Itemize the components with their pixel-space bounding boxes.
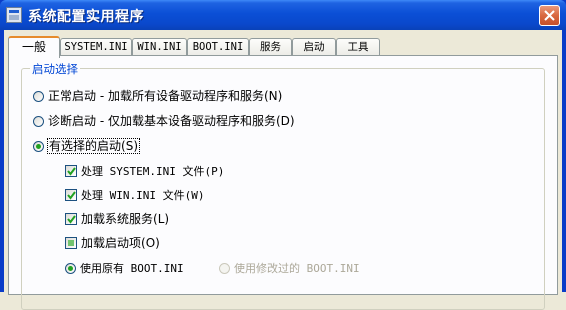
selective-startup-text: 有选择的启动(S) bbox=[47, 138, 140, 154]
process-system-ini-mnemonic: (P) bbox=[204, 165, 225, 178]
normal-startup-label: 正常启动 - 加载所有设备驱动程序和服务 bbox=[48, 89, 264, 103]
normal-startup-mnemonic: (N) bbox=[263, 89, 283, 103]
use-original-boot-ini-option[interactable]: 使用原有 BOOT.INI bbox=[65, 260, 184, 277]
tab-boot-ini[interactable]: BOOT.INI bbox=[187, 38, 249, 56]
tab-tools[interactable]: 工具 bbox=[336, 38, 380, 56]
window-title: 系统配置实用程序 bbox=[28, 9, 144, 25]
dialog-client-area: 一般 SYSTEM.INI WIN.INI BOOT.INI 服务 启动 工具 … bbox=[4, 30, 562, 310]
load-startup-items-label: 加载启动项 bbox=[81, 236, 142, 250]
close-button[interactable] bbox=[539, 5, 560, 26]
process-win-ini-checkbox[interactable] bbox=[65, 189, 77, 201]
tab-system-ini[interactable]: SYSTEM.INI bbox=[60, 38, 132, 56]
selective-startup-radio[interactable] bbox=[33, 141, 44, 152]
tab-services[interactable]: 服务 bbox=[249, 38, 292, 56]
startup-selection-group: 启动选择 正常启动 - 加载所有设备驱动程序和服务(N) 诊断启动 - 仅加载基… bbox=[21, 61, 545, 310]
diagnostic-startup-mnemonic: (D) bbox=[275, 114, 295, 128]
selective-startup-mnemonic: (S) bbox=[121, 139, 138, 153]
tab-win-ini[interactable]: WIN.INI bbox=[132, 38, 187, 56]
use-modified-boot-ini-radio bbox=[219, 263, 230, 274]
group-legend: 启动选择 bbox=[30, 61, 80, 77]
close-icon bbox=[544, 10, 555, 21]
load-startup-items-checkbox[interactable] bbox=[65, 237, 77, 249]
process-win-ini-option[interactable]: 处理 WIN.INI 文件(W) bbox=[65, 187, 204, 204]
load-startup-items-mnemonic: (O) bbox=[141, 236, 160, 250]
load-services-checkbox[interactable] bbox=[65, 213, 77, 225]
tab-startup[interactable]: 启动 bbox=[292, 38, 336, 56]
general-tab-panel: 启动选择 正常启动 - 加载所有设备驱动程序和服务(N) 诊断启动 - 仅加载基… bbox=[8, 55, 558, 310]
load-services-option[interactable]: 加载系统服务(L) bbox=[65, 211, 169, 227]
use-modified-boot-ini-option: 使用修改过的 BOOT.INI bbox=[219, 260, 360, 277]
selective-startup-option[interactable]: 有选择的启动(S) bbox=[33, 138, 140, 154]
tab-general[interactable]: 一般 bbox=[8, 36, 60, 58]
load-startup-items-option[interactable]: 加载启动项(O) bbox=[65, 235, 160, 251]
system-config-window: 系统配置实用程序 一般 SYSTEM.INI WIN.INI BOOT.INI … bbox=[0, 0, 566, 310]
process-system-ini-option[interactable]: 处理 SYSTEM.INI 文件(P) bbox=[65, 163, 224, 180]
use-original-boot-ini-radio[interactable] bbox=[65, 263, 76, 274]
load-services-label: 加载系统服务 bbox=[81, 212, 154, 226]
load-services-mnemonic: (L) bbox=[153, 212, 170, 226]
use-modified-boot-ini-label: 使用修改过的 BOOT.INI bbox=[234, 262, 360, 275]
process-win-ini-label: 处理 WIN.INI 文件 bbox=[81, 189, 185, 202]
checkmark-icon bbox=[67, 167, 76, 176]
app-icon[interactable] bbox=[6, 7, 22, 23]
process-system-ini-label: 处理 SYSTEM.INI 文件 bbox=[81, 165, 205, 178]
normal-startup-radio[interactable] bbox=[33, 91, 44, 102]
checkmark-icon bbox=[67, 191, 76, 200]
selective-startup-label: 有选择的启动 bbox=[49, 139, 122, 153]
diagnostic-startup-radio[interactable] bbox=[33, 116, 44, 127]
normal-startup-option[interactable]: 正常启动 - 加载所有设备驱动程序和服务(N) bbox=[33, 88, 282, 104]
diagnostic-startup-option[interactable]: 诊断启动 - 仅加载基本设备驱动程序和服务(D) bbox=[33, 113, 295, 129]
checkmark-icon bbox=[67, 215, 76, 224]
diagnostic-startup-label: 诊断启动 - 仅加载基本设备驱动程序和服务 bbox=[48, 114, 276, 128]
title-bar[interactable]: 系统配置实用程序 bbox=[0, 0, 566, 30]
process-system-ini-checkbox[interactable] bbox=[65, 165, 77, 177]
use-original-boot-ini-label: 使用原有 BOOT.INI bbox=[80, 262, 184, 275]
process-win-ini-mnemonic: (W) bbox=[184, 189, 205, 202]
